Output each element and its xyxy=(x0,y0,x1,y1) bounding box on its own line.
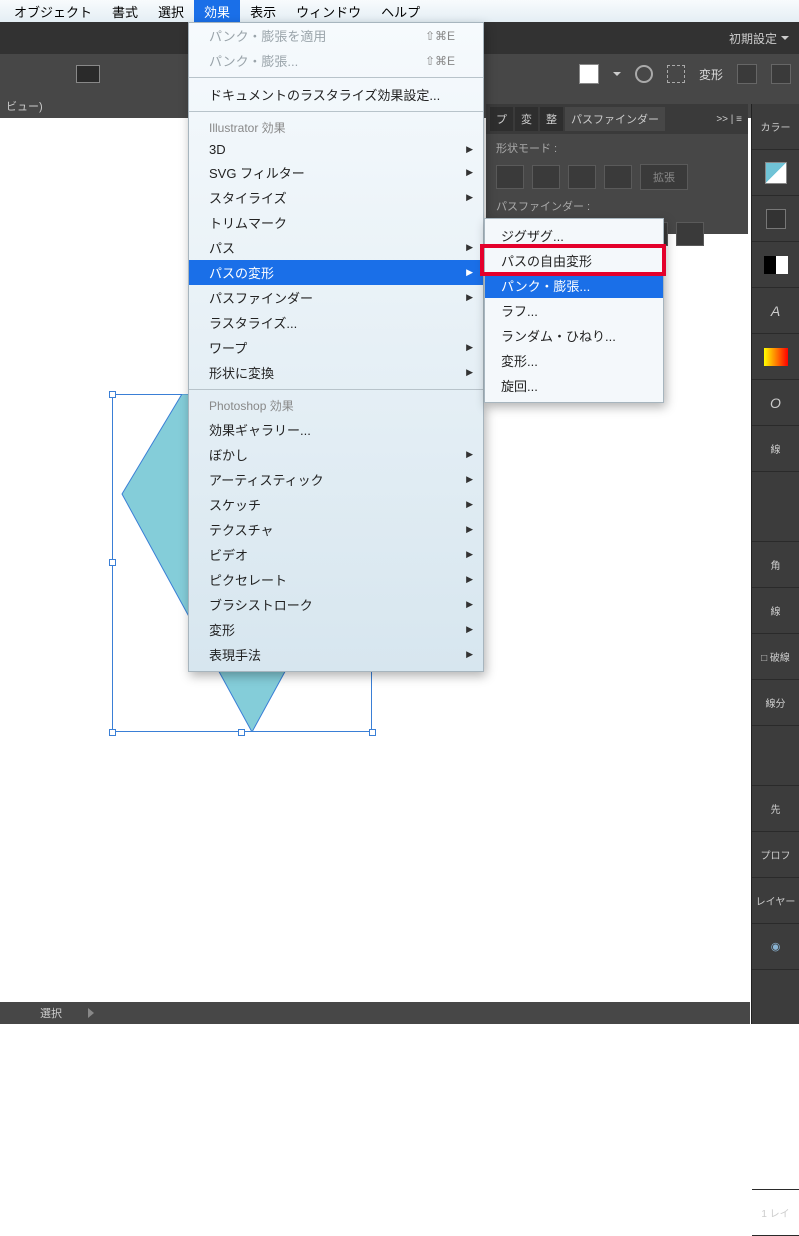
intersect-icon[interactable] xyxy=(568,165,596,189)
workspace-switcher[interactable]: 初期設定 xyxy=(729,30,789,47)
submenu-twist[interactable]: 旋回... xyxy=(485,373,663,398)
menu-format[interactable]: 書式 xyxy=(102,0,148,24)
menu-window[interactable]: ウィンドウ xyxy=(286,0,371,24)
profile-label: プロフ xyxy=(761,847,791,862)
menu-artistic[interactable]: アーティスティック xyxy=(189,467,483,492)
menu-blur[interactable]: ぼかし xyxy=(189,442,483,467)
panel-collapse-icon[interactable]: >> | ≡ xyxy=(716,114,742,125)
menu-render[interactable]: 表現手法 xyxy=(189,642,483,667)
pathfinder-label: パスファインダー : xyxy=(496,198,738,214)
dash-label: 線分 xyxy=(766,695,786,710)
menu-last-effect: パンク・膨張...⇧⌘E xyxy=(189,48,483,73)
status-bar: 選択 xyxy=(0,1002,750,1024)
group-illustrator: Illustrator 効果 xyxy=(189,116,483,139)
fill-stroke-icon[interactable] xyxy=(765,162,787,184)
menu-select[interactable]: 選択 xyxy=(148,0,194,24)
layer-count: 1 レイ xyxy=(761,1205,789,1220)
opentype-icon[interactable]: O xyxy=(770,395,781,411)
panel-tab-pathfinder[interactable]: パスファインダー xyxy=(565,107,665,131)
submenu-tweak[interactable]: ランダム・ひねり... xyxy=(485,323,663,348)
menu-help[interactable]: ヘルプ xyxy=(371,0,430,24)
menu-texture[interactable]: テクスチャ xyxy=(189,517,483,542)
visibility-icon[interactable]: ◉ xyxy=(771,940,781,953)
shape-icon[interactable] xyxy=(771,64,791,84)
shape-mode-label: 形状モード : xyxy=(496,140,738,156)
group-photoshop: Photoshop 効果 xyxy=(189,394,483,417)
menu-pathfinder[interactable]: パスファインダー xyxy=(189,285,483,310)
menu-pixelate[interactable]: ピクセレート xyxy=(189,567,483,592)
gradient-icon[interactable] xyxy=(764,348,788,366)
menu-stylize[interactable]: スタイライズ xyxy=(189,185,483,210)
menu-effect[interactable]: 効果 xyxy=(194,0,240,24)
menu-convert-shape[interactable]: 形状に変換 xyxy=(189,360,483,385)
corner-label: 角 xyxy=(771,557,781,572)
menu-effect-gallery[interactable]: 効果ギャラリー... xyxy=(189,417,483,442)
transform-label[interactable]: 変形 xyxy=(699,66,723,83)
transform-bounds-icon[interactable] xyxy=(667,65,685,83)
menu-path[interactable]: パス xyxy=(189,235,483,260)
minus-front-icon[interactable] xyxy=(532,165,560,189)
bw-swatch-icon[interactable] xyxy=(764,256,788,274)
submenu-free-distort[interactable]: パスの自由変形 xyxy=(485,248,663,273)
chevron-down-icon xyxy=(613,72,621,76)
submenu-roughen[interactable]: ラフ... xyxy=(485,298,663,323)
unite-icon[interactable] xyxy=(496,165,524,189)
menu-object[interactable]: オブジェクト xyxy=(4,0,102,24)
menubar: オブジェクト 書式 選択 効果 表示 ウィンドウ ヘルプ xyxy=(0,0,799,22)
menu-warp[interactable]: ワープ xyxy=(189,335,483,360)
status-arrow-icon[interactable] xyxy=(88,1008,94,1018)
menu-distort-transform[interactable]: パスの変形 xyxy=(189,260,483,285)
submenu-transform[interactable]: 変形... xyxy=(485,348,663,373)
document-tab[interactable]: ビュー) xyxy=(6,98,43,114)
align-icon[interactable] xyxy=(737,64,757,84)
chevron-down-icon xyxy=(781,36,789,40)
dashed-label[interactable]: □ 破線 xyxy=(761,649,790,664)
panel-tabs: プ 変 整 パスファインダー >> | ≡ xyxy=(486,104,748,134)
swatches-icon[interactable] xyxy=(766,209,786,229)
exclude-icon[interactable] xyxy=(604,165,632,189)
distort-submenu: ジグザグ... パスの自由変形 パンク・膨張... ラフ... ランダム・ひねり… xyxy=(484,218,664,403)
panel-tab[interactable]: プ xyxy=(490,107,513,131)
menu-video[interactable]: ビデオ xyxy=(189,542,483,567)
stroke-panel-label[interactable]: 線 xyxy=(771,441,781,456)
menu-apply-last: パンク・膨張を適用⇧⌘E xyxy=(189,23,483,48)
panel-tab[interactable]: 変 xyxy=(515,107,538,131)
submenu-zigzag[interactable]: ジグザグ... xyxy=(485,223,663,248)
submenu-pucker-bloat[interactable]: パンク・膨張... xyxy=(485,273,663,298)
menu-view[interactable]: 表示 xyxy=(240,0,286,24)
status-selection: 選択 xyxy=(0,1005,78,1021)
menu-svg-filter[interactable]: SVG フィルター xyxy=(189,160,483,185)
workspace-label: 初期設定 xyxy=(729,30,777,47)
minus-back-icon[interactable] xyxy=(676,222,704,246)
right-panel-dock: カラー A O 線 角 線 □ 破線 線分 先 プロフ レイヤー ◉ 1 レイ xyxy=(751,104,799,1024)
stroke-label: 線 xyxy=(771,603,781,618)
menu-distort[interactable]: 変形 xyxy=(189,617,483,642)
expand-button[interactable]: 拡張 xyxy=(640,164,688,190)
menu-trim-marks[interactable]: トリムマーク xyxy=(189,210,483,235)
menu-brushstroke[interactable]: ブラシストローク xyxy=(189,592,483,617)
color-panel-label[interactable]: カラー xyxy=(761,119,791,134)
type-icon[interactable]: A xyxy=(771,303,780,319)
layer-panel-label[interactable]: レイヤー xyxy=(756,893,796,908)
menu-3d[interactable]: 3D xyxy=(189,139,483,160)
effect-menu: パンク・膨張を適用⇧⌘E パンク・膨張...⇧⌘E ドキュメントのラスタライズ効… xyxy=(188,22,484,672)
fill-swatch[interactable] xyxy=(579,64,599,84)
stroke-swatch[interactable] xyxy=(76,65,100,83)
tip-label: 先 xyxy=(771,801,781,816)
panel-tab[interactable]: 整 xyxy=(540,107,563,131)
menu-raster-settings[interactable]: ドキュメントのラスタライズ効果設定... xyxy=(189,82,483,107)
menu-rasterize[interactable]: ラスタライズ... xyxy=(189,310,483,335)
opacity-icon[interactable] xyxy=(635,65,653,83)
menu-sketch[interactable]: スケッチ xyxy=(189,492,483,517)
